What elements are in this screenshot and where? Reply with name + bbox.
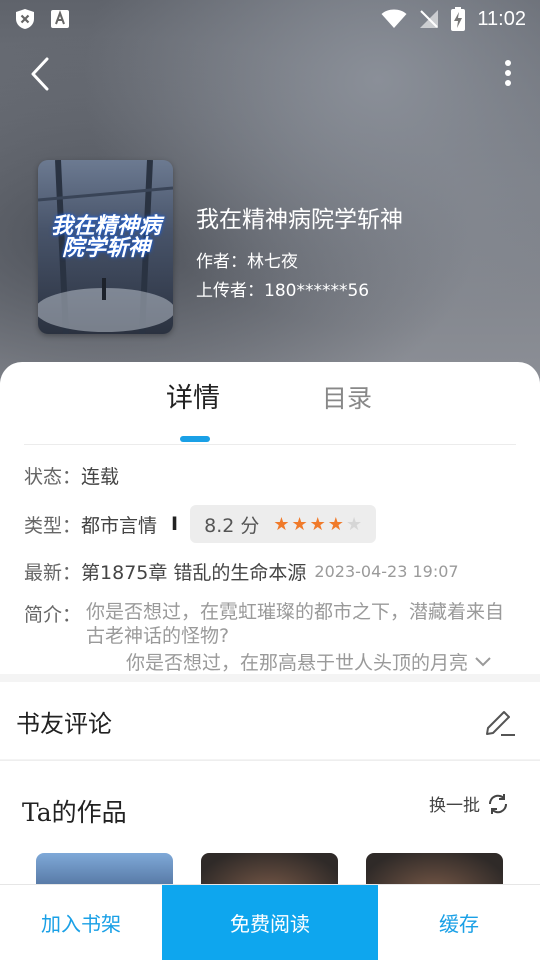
tab-catalog[interactable]: 目录 [322, 379, 372, 415]
book-cover: 我在精神病院学斩神 [38, 160, 173, 334]
star-icon: ★ [273, 513, 290, 535]
cache-button[interactable]: 缓存 [378, 885, 540, 960]
star-icon: ★ [291, 513, 308, 535]
status-row: 状态： 连载 [24, 462, 119, 489]
intro-label: 简介： [24, 604, 82, 626]
refresh-button[interactable]: 换一批 [429, 791, 510, 816]
back-button[interactable] [22, 52, 58, 96]
detail-card: 详情 目录 状态： 连载 类型： 都市言情 I 8.2 分 ★ ★ ★ ★ ★ … [0, 362, 540, 674]
battery-charging-icon [451, 7, 466, 31]
book-uploader: 上传者：180******56 [196, 281, 370, 301]
clock: 11:02 [477, 7, 526, 30]
comments-title: 书友评论 [16, 710, 112, 738]
star-empty-icon: ★ [345, 513, 363, 535]
close-shield-icon [16, 9, 34, 29]
chevron-down-icon [475, 656, 491, 666]
intro-expand[interactable]: 你是否想过，在那高悬于世人头顶的月亮 [126, 648, 492, 675]
no-signal-icon [420, 10, 439, 28]
rating-box: 8.2 分 ★ ★ ★ ★ ★ [190, 505, 377, 543]
separator: I [171, 513, 179, 535]
type-row: 类型： 都市言情 I 8.2 分 ★ ★ ★ ★ ★ [24, 505, 377, 543]
rating-score: 8.2 分 [204, 514, 260, 537]
star-icon: ★ [327, 513, 344, 535]
status-bar: 11:02 [0, 0, 540, 38]
book-title: 我在精神病院学斩神 [196, 207, 403, 233]
add-to-shelf-button[interactable]: 加入书架 [0, 885, 162, 960]
latest-chapter: 第1875章 错乱的生命本源 [81, 562, 307, 584]
refresh-icon [488, 793, 508, 814]
status-label: 状态： [24, 466, 82, 488]
more-vertical-icon [505, 60, 511, 86]
tab-bar: 详情 目录 [0, 376, 540, 442]
intro-more-text: 你是否想过，在那高悬于世人头顶的月亮 [126, 652, 469, 674]
star-icon: ★ [309, 513, 326, 535]
intro-text: 你是否想过，在霓虹璀璨的都市之下，潜藏着来自古老神话的怪物? [86, 601, 505, 647]
more-options-button[interactable] [496, 55, 520, 91]
divider [24, 444, 516, 445]
latest-label: 最新： [24, 562, 82, 584]
book-info: 我在精神病院学斩神 作者：林七夜 上传者：180******56 [196, 200, 403, 306]
works-title: Ta的作品 [22, 798, 127, 827]
bottom-action-bar: 加入书架 免费阅读 缓存 [0, 884, 540, 960]
comments-section: 书友评论 [0, 682, 540, 759]
keyboard-a-icon [51, 10, 69, 28]
rating-stars: ★ ★ ★ ★ ★ [273, 514, 362, 535]
latest-date: 2023-04-23 19:07 [314, 562, 459, 581]
type-value: 都市言情 [81, 514, 158, 537]
free-read-button[interactable]: 免费阅读 [162, 885, 378, 960]
chevron-left-icon [31, 57, 49, 91]
tab-detail[interactable]: 详情 [166, 376, 220, 415]
status-value: 连载 [81, 466, 120, 488]
wifi-icon [381, 9, 407, 28]
latest-row[interactable]: 最新： 第1875章 错乱的生命本源 2023-04-23 19:07 [24, 558, 459, 585]
cover-title: 我在精神病院学斩神 [50, 214, 161, 261]
refresh-label: 换一批 [429, 796, 480, 816]
edit-icon[interactable] [482, 704, 516, 738]
book-author: 作者：林七夜 [196, 252, 298, 272]
tab-indicator [180, 436, 210, 442]
type-label: 类型： [24, 514, 82, 537]
